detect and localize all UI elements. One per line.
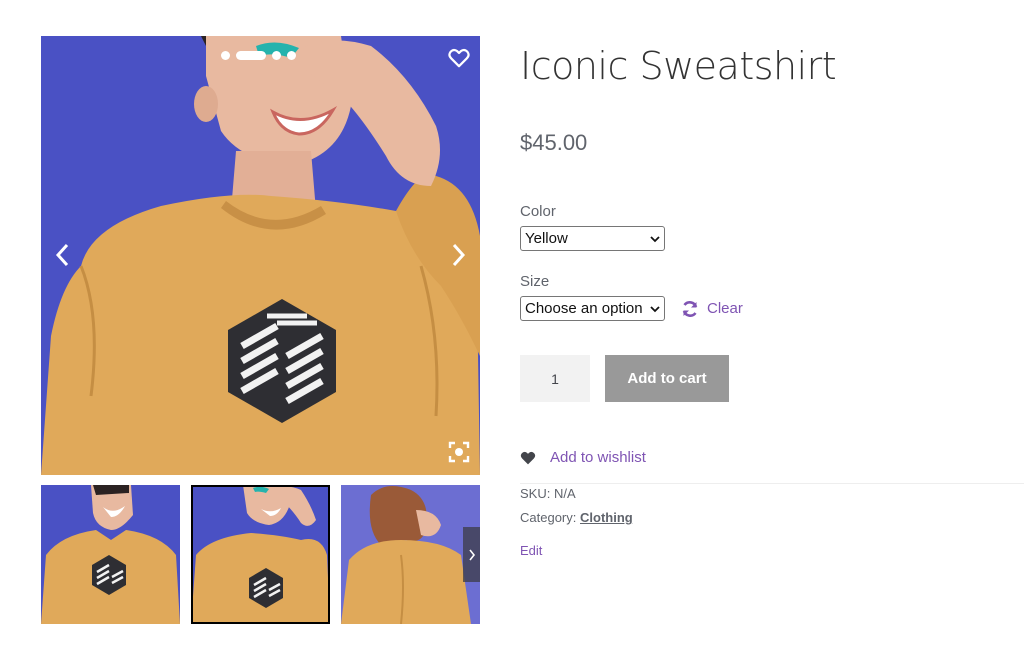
clear-variations-link[interactable]: Clear bbox=[681, 300, 743, 318]
color-select-value: Yellow bbox=[525, 230, 568, 247]
chevron-down-icon bbox=[650, 235, 660, 242]
add-to-wishlist-link[interactable]: Add to wishlist bbox=[520, 449, 1024, 466]
heart-outline-icon[interactable] bbox=[448, 48, 470, 68]
zoom-focus-icon[interactable] bbox=[448, 441, 470, 463]
thumbnail-strip bbox=[41, 485, 480, 624]
thumbnail-next-button[interactable] bbox=[463, 527, 480, 582]
thumbnail-3-image bbox=[341, 485, 480, 624]
slide-dot[interactable] bbox=[272, 51, 281, 60]
thumbnail-1-image bbox=[41, 485, 180, 624]
product-price: $45.00 bbox=[520, 130, 588, 155]
product-meta: SKU: N/A Category: Clothing bbox=[520, 482, 1024, 530]
size-select[interactable]: Choose an option bbox=[520, 296, 665, 321]
sku-line: SKU: N/A bbox=[520, 482, 1024, 506]
category-line: Category: Clothing bbox=[520, 506, 1024, 530]
product-gallery bbox=[41, 36, 480, 624]
add-to-cart-button[interactable]: Add to cart bbox=[605, 355, 729, 402]
variation-size: Size Choose an option Clear bbox=[520, 273, 1024, 321]
variation-color: Color Yellow bbox=[520, 203, 1024, 251]
color-label: Color bbox=[520, 203, 556, 220]
main-product-image[interactable] bbox=[41, 36, 480, 475]
heart-filled-icon bbox=[520, 451, 536, 464]
product-summary: Iconic Sweatshirt $45.00 Color Yellow Si… bbox=[520, 36, 1024, 558]
thumbnail-2[interactable] bbox=[191, 485, 330, 624]
slide-dot[interactable] bbox=[287, 51, 296, 60]
model-illustration bbox=[41, 36, 480, 475]
slide-dot[interactable] bbox=[221, 51, 230, 60]
clear-label: Clear bbox=[707, 300, 743, 317]
edit-link[interactable]: Edit bbox=[520, 543, 1024, 558]
thumbnail-3[interactable] bbox=[341, 485, 480, 624]
size-label: Size bbox=[520, 273, 550, 290]
thumbnail-1[interactable] bbox=[41, 485, 180, 624]
quantity-input[interactable]: 1 bbox=[520, 355, 590, 402]
slide-indicator bbox=[221, 51, 296, 60]
category-label: Category: bbox=[520, 510, 577, 525]
chevron-left-icon[interactable] bbox=[53, 241, 73, 269]
thumbnail-2-image bbox=[191, 485, 330, 624]
refresh-icon bbox=[682, 300, 698, 317]
wishlist-label: Add to wishlist bbox=[550, 449, 646, 466]
size-select-value: Choose an option bbox=[525, 300, 643, 317]
sku-label: SKU: bbox=[520, 486, 551, 501]
product-title: Iconic Sweatshirt bbox=[520, 44, 837, 88]
add-to-cart-form: 1 Add to cart bbox=[520, 355, 1024, 402]
slide-dot-active[interactable] bbox=[236, 51, 266, 60]
chevron-right-icon[interactable] bbox=[448, 241, 468, 269]
sku-value: N/A bbox=[553, 486, 576, 501]
color-select[interactable]: Yellow bbox=[520, 226, 665, 251]
divider bbox=[520, 483, 1024, 484]
category-link[interactable]: Clothing bbox=[580, 510, 633, 525]
chevron-right-icon bbox=[468, 549, 475, 560]
chevron-down-icon bbox=[650, 305, 660, 312]
